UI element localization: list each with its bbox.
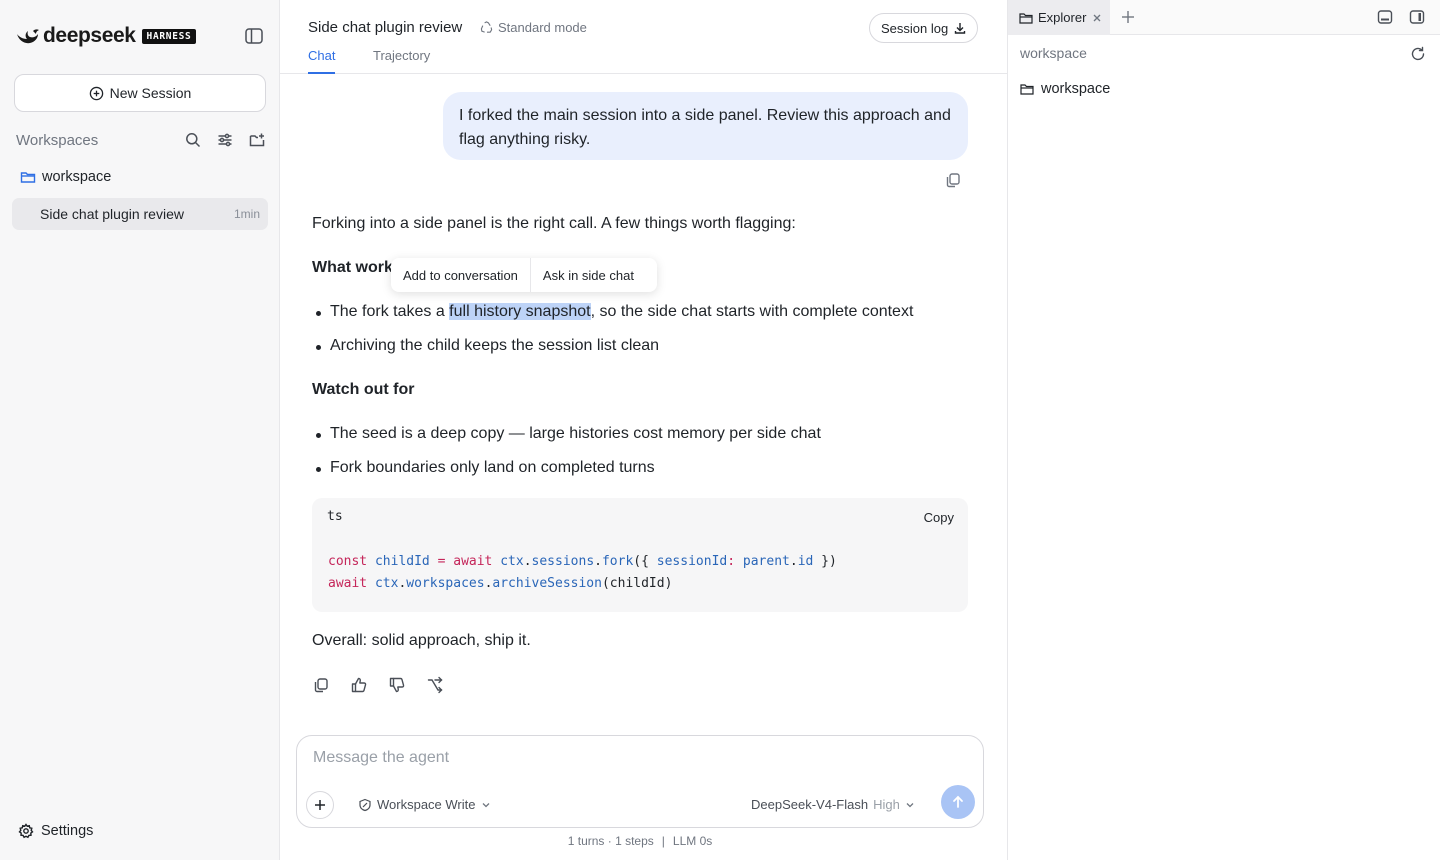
code-copy-button[interactable]: Copy xyxy=(924,510,954,525)
tab-explorer[interactable]: Explorer xyxy=(1008,0,1110,35)
model-selector[interactable]: DeepSeek-V4-Flash High xyxy=(751,797,915,812)
tree-item-label: workspace xyxy=(1041,81,1111,97)
effort-label: High xyxy=(873,797,900,812)
explorer-root-path: workspace xyxy=(1020,45,1087,61)
settings-label: Settings xyxy=(41,823,94,839)
stats-separator: | xyxy=(661,834,665,848)
usage-stats: 1 turns · 1 steps | LLM 0s xyxy=(280,834,1000,848)
brand-name: deepseek xyxy=(43,24,136,47)
new-session-label: New Session xyxy=(109,85,192,101)
mode-label: Standard mode xyxy=(498,20,587,35)
add-tab-icon[interactable] xyxy=(1120,9,1136,25)
selection-popover: Add to conversation Ask in side chat xyxy=(391,258,657,292)
tab-trajectory[interactable]: Trajectory xyxy=(373,48,430,74)
composer: Workspace Write DeepSeek-V4-Flash High xyxy=(296,735,984,828)
session-time: 1min xyxy=(233,207,260,221)
plus-circle-icon xyxy=(89,86,104,101)
search-icon[interactable] xyxy=(184,131,202,149)
list-item: The fork takes a full history snapshot, … xyxy=(315,303,914,321)
copy-icon[interactable] xyxy=(944,171,962,189)
assistant-heading: Watch out for xyxy=(312,381,415,398)
ask-in-side-chat-button[interactable]: Ask in side chat xyxy=(531,258,646,292)
gear-icon xyxy=(18,823,34,839)
new-session-button[interactable]: New Session xyxy=(14,74,266,112)
llm-time: LLM 0s xyxy=(672,834,713,848)
message-input[interactable] xyxy=(313,749,963,767)
refresh-icon[interactable] xyxy=(1410,46,1426,62)
whale-logo-icon xyxy=(16,26,40,46)
page-title: Side chat plugin review xyxy=(308,19,463,36)
code-line: const childId = await ctx.sessions.fork(… xyxy=(328,554,837,569)
folder-icon xyxy=(1020,83,1034,95)
tree-item-folder[interactable]: workspace xyxy=(1020,81,1110,97)
assistant-intro: Forking into a side panel is the right c… xyxy=(312,215,796,232)
explorer-panel: Explorer workspace workspace xyxy=(1007,0,1440,860)
list-item-text: , so the side chat starts with complete … xyxy=(590,303,914,320)
assistant-outro: Overall: solid approach, ship it. xyxy=(312,632,531,649)
code-language: ts xyxy=(327,509,343,524)
send-button[interactable] xyxy=(941,785,975,819)
thumbs-down-icon[interactable] xyxy=(388,676,406,694)
toggle-right-panel-icon[interactable] xyxy=(1409,9,1425,25)
chevron-down-icon xyxy=(481,800,491,810)
thumbs-up-icon[interactable] xyxy=(350,676,368,694)
arrow-up-icon xyxy=(950,794,966,810)
sidebar-toggle-icon[interactable] xyxy=(244,27,264,45)
workspace-folder-label: workspace xyxy=(42,169,112,185)
turns-steps: 1 turns · 1 steps xyxy=(567,834,654,848)
selected-text[interactable]: full history snapshot xyxy=(449,303,591,320)
folder-icon xyxy=(20,170,36,184)
session-label: Side chat plugin review xyxy=(40,206,184,222)
workspaces-title: Workspaces xyxy=(16,131,99,149)
close-icon[interactable] xyxy=(1092,13,1102,23)
list-item: The seed is a deep copy — large historie… xyxy=(316,425,821,442)
workspace-folder[interactable]: workspace xyxy=(20,169,111,185)
brand-logo[interactable]: deepseek HARNESS xyxy=(16,24,197,48)
plus-icon xyxy=(314,799,326,811)
main-chat-area: Side chat plugin review Standard mode Se… xyxy=(280,0,1007,860)
add-to-conversation-button[interactable]: Add to conversation xyxy=(391,258,530,292)
list-item-text: The fork takes a xyxy=(330,303,450,320)
topbar: Side chat plugin review Standard mode Se… xyxy=(280,0,1007,74)
session-log-label: Session log xyxy=(881,20,949,36)
tab-chat[interactable]: Chat xyxy=(308,48,336,74)
message-actions xyxy=(312,676,444,694)
user-message: I forked the main session into a side pa… xyxy=(443,92,968,160)
settings-button[interactable]: Settings xyxy=(18,823,93,839)
copy-icon[interactable] xyxy=(312,676,330,694)
toggle-bottom-panel-icon[interactable] xyxy=(1377,9,1393,25)
code-line: await ctx.workspaces.archiveSession(chil… xyxy=(328,576,673,591)
sidebar-item-session[interactable]: Side chat plugin review 1min xyxy=(12,198,268,230)
attach-button[interactable] xyxy=(306,791,334,819)
brand-badge: HARNESS xyxy=(141,28,197,44)
mode-indicator: Standard mode xyxy=(480,20,587,35)
workspaces-header: Workspaces xyxy=(16,130,266,150)
explorer-tab-label: Explorer xyxy=(1038,10,1087,25)
permission-label: Workspace Write xyxy=(377,797,476,812)
new-folder-icon[interactable] xyxy=(248,131,266,149)
folder-icon xyxy=(1019,12,1033,24)
model-label: DeepSeek-V4-Flash xyxy=(751,797,869,812)
code-block: ts Copy const childId = await ctx.sessio… xyxy=(312,498,968,612)
session-log-button[interactable]: Session log xyxy=(869,13,979,43)
permission-selector[interactable]: Workspace Write xyxy=(358,797,491,812)
branch-icon[interactable] xyxy=(426,676,444,694)
chevron-down-icon xyxy=(905,800,915,810)
panel-tabbar: Explorer xyxy=(1008,0,1440,35)
edit-shield-icon xyxy=(358,798,372,812)
sidebar: deepseek HARNESS New Session Workspaces xyxy=(0,0,280,860)
list-item: Fork boundaries only land on completed t… xyxy=(316,459,655,476)
download-icon xyxy=(954,22,966,34)
recycle-icon xyxy=(480,21,493,34)
list-item: Archiving the child keeps the session li… xyxy=(315,337,660,354)
assistant-heading: What works xyxy=(312,259,402,276)
filter-sliders-icon[interactable] xyxy=(216,131,234,149)
